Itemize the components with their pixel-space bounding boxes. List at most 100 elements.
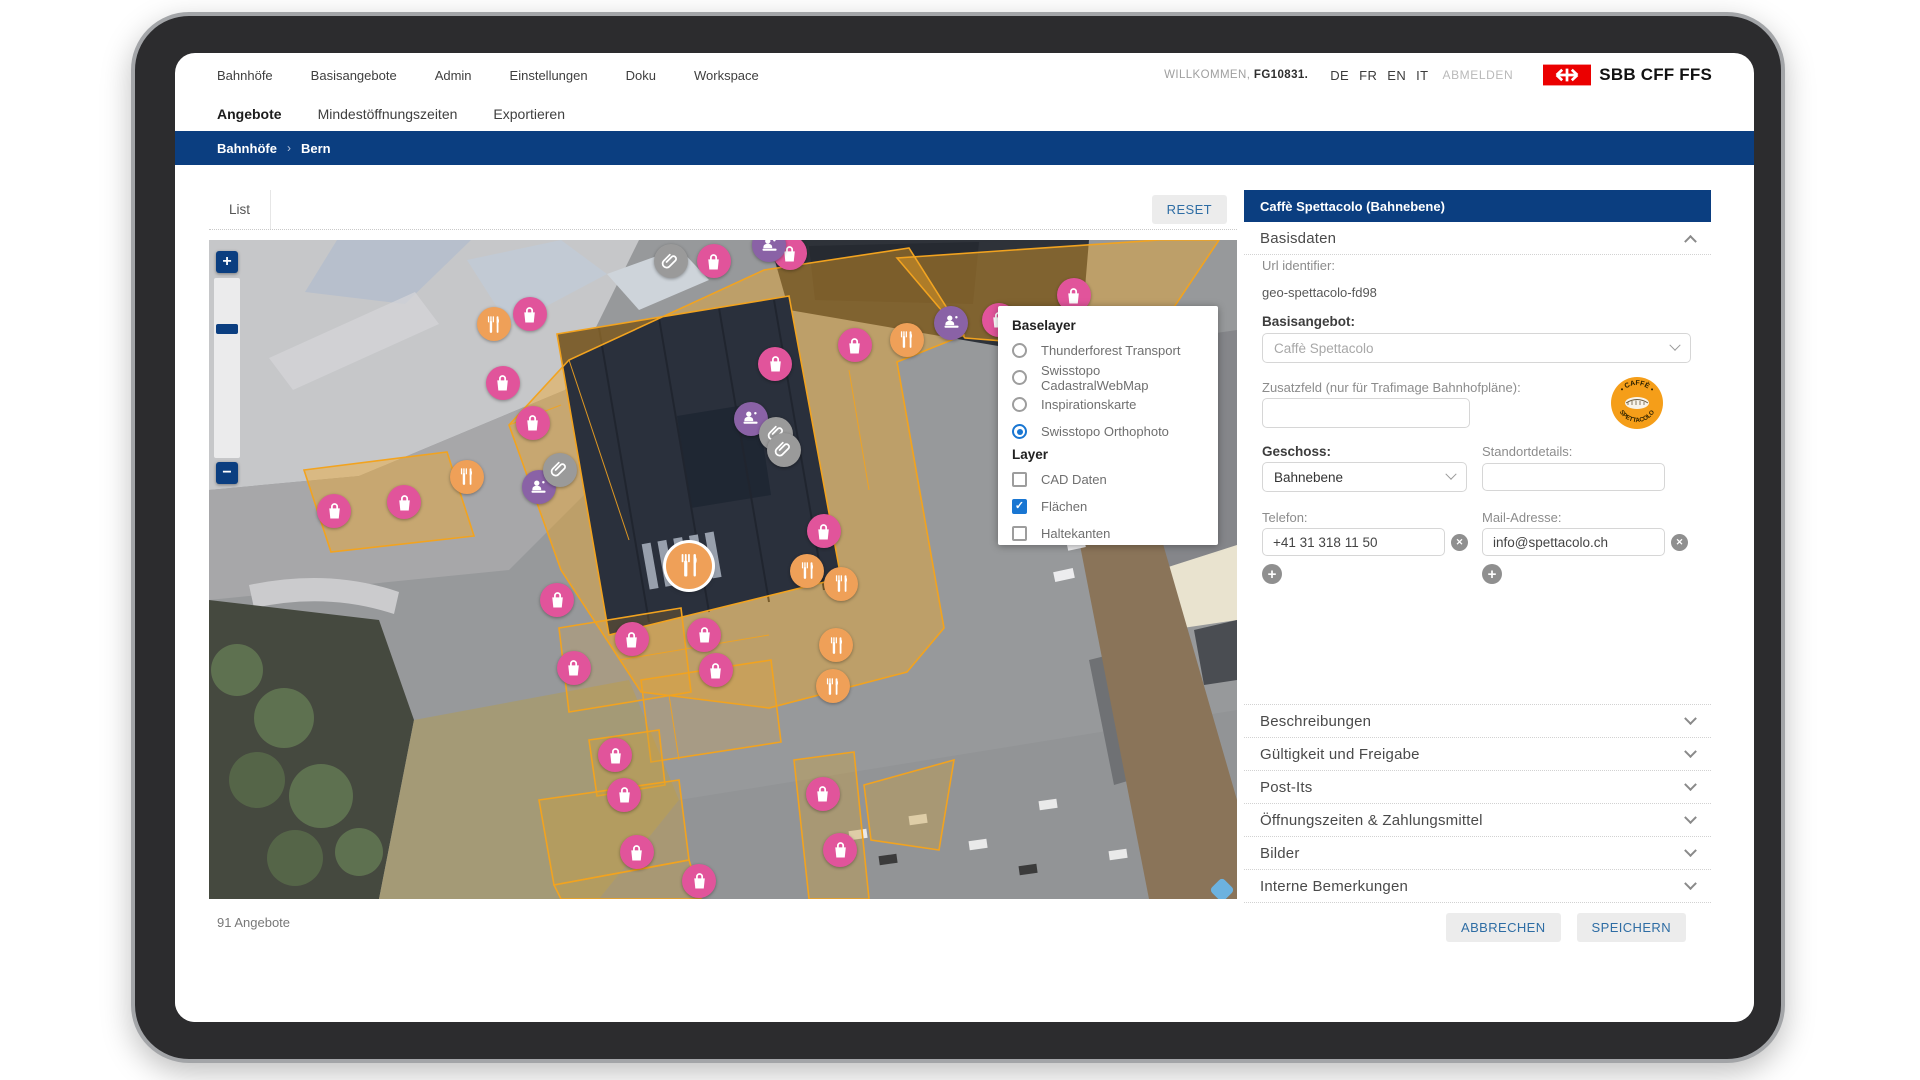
section-basisdaten[interactable]: Basisdaten	[1244, 222, 1711, 255]
layer-label: CAD Daten	[1041, 472, 1107, 487]
map-marker-clip[interactable]	[543, 453, 577, 487]
basisangebot-select[interactable]: Caffè Spettacolo	[1262, 333, 1691, 363]
map-marker-shop[interactable]	[838, 328, 872, 362]
zusatzfeld-input[interactable]	[1262, 398, 1470, 428]
cancel-button[interactable]: ABBRECHEN	[1446, 913, 1561, 942]
map-marker-shop[interactable]	[557, 651, 591, 685]
map-marker-shop[interactable]	[682, 864, 716, 898]
nav-admin[interactable]: Admin	[435, 68, 472, 83]
map-marker-shop[interactable]	[687, 618, 721, 652]
bag-icon	[1063, 285, 1084, 306]
map-viewport[interactable]: + − Baselayer Thunderforest Transport	[209, 240, 1237, 899]
map-marker-shop[interactable]	[387, 485, 421, 519]
reset-button[interactable]: RESET	[1152, 195, 1227, 224]
nav-einstellungen[interactable]: Einstellungen	[510, 68, 588, 83]
section-beschreibungen[interactable]: Beschreibungen	[1244, 704, 1711, 737]
zusatzfeld-label: Zusatzfeld (nur für Trafimage Bahnhofplä…	[1262, 380, 1521, 395]
cutlery-icon	[797, 560, 818, 581]
add-mail-button[interactable]: +	[1482, 564, 1502, 584]
telefon-input[interactable]	[1262, 528, 1445, 556]
map-marker-shop[interactable]	[620, 835, 654, 869]
nav-bahnhoefe[interactable]: Bahnhöfe	[217, 68, 273, 83]
baselayer-label: Swisstopo CadastralWebMap	[1041, 363, 1208, 393]
layer-panel: Baselayer Thunderforest Transport Swisst…	[998, 306, 1218, 545]
baselayer-option-thunderforest[interactable]: Thunderforest Transport	[1012, 337, 1208, 364]
map-marker-shop[interactable]	[807, 514, 841, 548]
map-marker-shop[interactable]	[516, 406, 550, 440]
map-zoom-slider[interactable]	[214, 278, 240, 458]
tab-list[interactable]: List	[209, 190, 271, 229]
logout-link[interactable]: ABMELDEN	[1442, 68, 1513, 82]
section-label: Post-Its	[1260, 779, 1312, 796]
map-marker-clip[interactable]	[654, 244, 688, 278]
map-zoom-slider-handle[interactable]	[216, 324, 238, 334]
radio-icon[interactable]	[1012, 370, 1027, 385]
breadcrumb-root[interactable]: Bahnhöfe	[217, 141, 277, 156]
map-marker-gastro[interactable]	[816, 669, 850, 703]
url-identifier-value: geo-spettacolo-fd98	[1262, 285, 1377, 300]
lang-fr[interactable]: FR	[1359, 68, 1377, 83]
layer-option-haltekanten[interactable]: Haltekanten	[1012, 520, 1208, 547]
baselayer-option-orthophoto[interactable]: Swisstopo Orthophoto	[1012, 418, 1208, 445]
map-marker-service[interactable]	[934, 306, 968, 340]
map-marker-gastro[interactable]	[819, 628, 853, 662]
save-button[interactable]: SPEICHERN	[1577, 913, 1686, 942]
map-marker-gastro[interactable]	[790, 554, 824, 588]
layer-option-flaechen[interactable]: Flächen	[1012, 493, 1208, 520]
radio-icon[interactable]	[1012, 397, 1027, 412]
nav-workspace[interactable]: Workspace	[694, 68, 759, 83]
map-marker-shop[interactable]	[317, 494, 351, 528]
checkbox-icon[interactable]	[1012, 499, 1027, 514]
clear-telefon-icon[interactable]: ✕	[1451, 534, 1468, 551]
map-marker-shop[interactable]	[598, 738, 632, 772]
tab-mindestoeffnungszeiten[interactable]: Mindestöffnungszeiten	[318, 106, 458, 122]
map-marker-shop[interactable]	[615, 622, 649, 656]
map-toolbar: List RESET	[209, 190, 1237, 230]
baselayer-option-cadastral[interactable]: Swisstopo CadastralWebMap	[1012, 364, 1208, 391]
caffe-spettacolo-logo: • CAFFÈ • SPETTACOLO	[1610, 376, 1664, 430]
clear-mail-icon[interactable]: ✕	[1671, 534, 1688, 551]
section-bilder[interactable]: Bilder	[1244, 836, 1711, 869]
mail-input[interactable]	[1482, 528, 1665, 556]
section-interne-bemerkungen[interactable]: Interne Bemerkungen	[1244, 869, 1711, 902]
lang-en[interactable]: EN	[1387, 68, 1406, 83]
geschoss-select[interactable]: Bahnebene	[1262, 462, 1467, 492]
map-marker-gastro[interactable]	[666, 543, 712, 589]
map-marker-gastro[interactable]	[450, 460, 484, 494]
map-marker-gastro[interactable]	[890, 323, 924, 357]
layer-option-cad-daten[interactable]: CAD Daten	[1012, 466, 1208, 493]
map-marker-shop[interactable]	[758, 347, 792, 381]
section-gueltigkeit[interactable]: Gültigkeit und Freigabe	[1244, 737, 1711, 770]
tab-exportieren[interactable]: Exportieren	[493, 106, 565, 122]
checkbox-icon[interactable]	[1012, 526, 1027, 541]
main-content: List RESET	[175, 165, 1754, 1022]
zoom-in-button[interactable]: +	[216, 251, 238, 273]
radio-icon[interactable]	[1012, 343, 1027, 358]
map-marker-clip[interactable]	[767, 433, 801, 467]
section-post-its[interactable]: Post-Its	[1244, 770, 1711, 803]
map-marker-shop[interactable]	[806, 777, 840, 811]
map-marker-gastro[interactable]	[477, 307, 511, 341]
map-marker-shop[interactable]	[486, 366, 520, 400]
section-label: Gültigkeit und Freigabe	[1260, 746, 1420, 763]
add-telefon-button[interactable]: +	[1262, 564, 1282, 584]
nav-doku[interactable]: Doku	[626, 68, 656, 83]
lang-de[interactable]: DE	[1330, 68, 1349, 83]
standortdetails-input[interactable]	[1482, 463, 1665, 491]
radio-icon[interactable]	[1012, 424, 1027, 439]
section-oeffnungszeiten[interactable]: Öffnungszeiten & Zahlungsmittel	[1244, 803, 1711, 836]
baselayer-option-inspirationskarte[interactable]: Inspirationskarte	[1012, 391, 1208, 418]
lang-it[interactable]: IT	[1416, 68, 1428, 83]
map-marker-shop[interactable]	[699, 653, 733, 687]
map-marker-shop[interactable]	[607, 778, 641, 812]
map-marker-shop[interactable]	[697, 244, 731, 278]
map-marker-shop[interactable]	[513, 297, 547, 331]
tab-angebote[interactable]: Angebote	[217, 106, 282, 122]
nav-basisangebote[interactable]: Basisangebote	[311, 68, 397, 83]
map-marker-gastro[interactable]	[824, 567, 858, 601]
map-marker-shop[interactable]	[540, 583, 574, 617]
zoom-out-button[interactable]: −	[216, 462, 238, 484]
map-marker-shop[interactable]	[823, 833, 857, 867]
bag-icon	[844, 335, 865, 356]
checkbox-icon[interactable]	[1012, 472, 1027, 487]
